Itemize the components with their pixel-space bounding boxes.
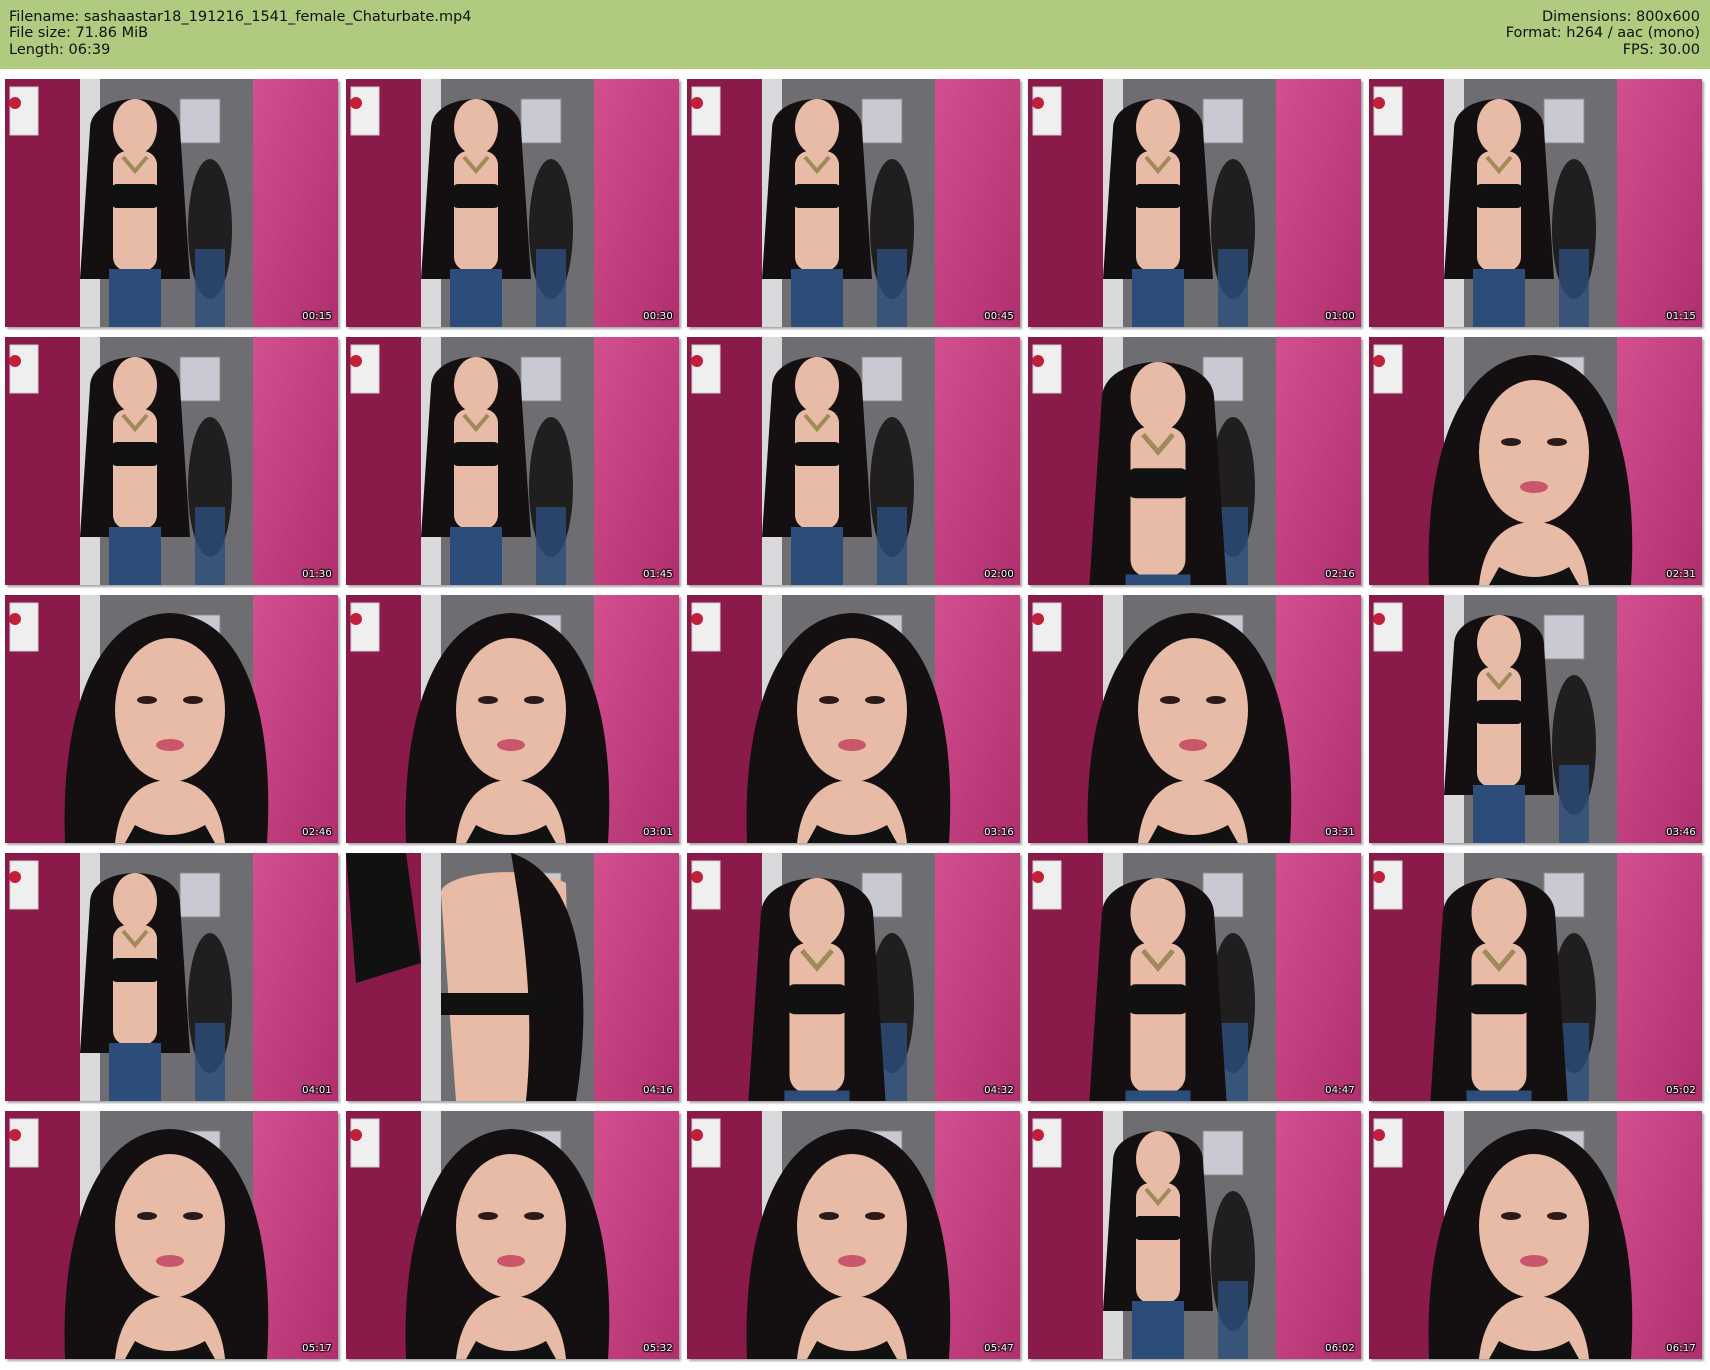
- video-thumbnail: 04:16: [346, 853, 679, 1101]
- frame-image: [1028, 337, 1361, 585]
- frame-image: [1369, 1111, 1702, 1359]
- frame-image: [1369, 337, 1702, 585]
- frame-image: [346, 337, 679, 585]
- frame-image: [1369, 595, 1702, 843]
- thumbnail-timestamp: 05:02: [1666, 1085, 1696, 1096]
- thumbnail-timestamp: 01:00: [1325, 311, 1355, 322]
- file-info-right: Dimensions: 800x600 Format: h264 / aac (…: [1506, 9, 1700, 58]
- frame-image: [5, 337, 338, 585]
- thumbnail-timestamp: 03:31: [1325, 827, 1355, 838]
- video-thumbnail: 05:02: [1369, 853, 1702, 1101]
- thumbnail-timestamp: 01:30: [302, 569, 332, 580]
- video-thumbnail: 01:30: [5, 337, 338, 585]
- frame-image: [1369, 853, 1702, 1101]
- video-thumbnail: 01:45: [346, 337, 679, 585]
- thumbnail-timestamp: 01:15: [1666, 311, 1696, 322]
- video-thumbnail: 04:47: [1028, 853, 1361, 1101]
- video-thumbnail: 02:16: [1028, 337, 1361, 585]
- thumbnail-timestamp: 02:31: [1666, 569, 1696, 580]
- thumbnail-timestamp: 05:32: [643, 1343, 673, 1354]
- video-thumbnail: 03:01: [346, 595, 679, 843]
- frame-image: [687, 595, 1020, 843]
- video-thumbnail: 00:45: [687, 79, 1020, 327]
- thumbnail-timestamp: 05:17: [302, 1343, 332, 1354]
- thumbnail-grid: 00:15 00:30 00:45 01:00 01:15 01:30 01:45 02:00…: [0, 69, 1710, 1370]
- thumbnail-timestamp: 04:47: [1325, 1085, 1355, 1096]
- frame-image: [1028, 79, 1361, 327]
- video-thumbnail: 01:00: [1028, 79, 1361, 327]
- frame-image: [346, 79, 679, 327]
- filename-text: Filename: sashaastar18_191216_1541_femal…: [9, 9, 472, 25]
- thumbnail-timestamp: 03:16: [984, 827, 1014, 838]
- frame-image: [346, 853, 679, 1101]
- thumbnail-timestamp: 02:16: [1325, 569, 1355, 580]
- thumbnail-timestamp: 04:32: [984, 1085, 1014, 1096]
- video-thumbnail: 00:15: [5, 79, 338, 327]
- frame-image: [346, 1111, 679, 1359]
- thumbnail-timestamp: 06:17: [1666, 1343, 1696, 1354]
- video-thumbnail: 03:31: [1028, 595, 1361, 843]
- video-thumbnail: 04:32: [687, 853, 1020, 1101]
- frame-image: [1028, 1111, 1361, 1359]
- thumbnail-timestamp: 04:01: [302, 1085, 332, 1096]
- frame-image: [1028, 595, 1361, 843]
- frame-image: [346, 595, 679, 843]
- thumbnail-timestamp: 06:02: [1325, 1343, 1355, 1354]
- dimensions-text: Dimensions: 800x600: [1541, 9, 1700, 25]
- video-thumbnail: 02:31: [1369, 337, 1702, 585]
- video-thumbnail: 00:30: [346, 79, 679, 327]
- thumbnail-timestamp: 03:01: [643, 827, 673, 838]
- filesize-text: File size: 71.86 MiB: [9, 25, 149, 42]
- thumbnail-timestamp: 05:47: [984, 1343, 1014, 1354]
- frame-image: [5, 79, 338, 327]
- video-thumbnail: 04:01: [5, 853, 338, 1101]
- frame-image: [687, 853, 1020, 1101]
- frame-image: [1028, 853, 1361, 1101]
- file-info-left: Filename: sashaastar18_191216_1541_femal…: [9, 9, 472, 58]
- video-thumbnail: 05:17: [5, 1111, 338, 1359]
- video-thumbnail: 05:32: [346, 1111, 679, 1359]
- thumbnail-timestamp: 00:15: [302, 311, 332, 322]
- fps-text: FPS: 30.00: [1622, 41, 1700, 58]
- format-text: Format: h264 / aac (mono): [1505, 25, 1700, 42]
- video-thumbnail: 05:47: [687, 1111, 1020, 1359]
- frame-image: [5, 1111, 338, 1359]
- video-thumbnail: 03:46: [1369, 595, 1702, 843]
- thumbnail-timestamp: 00:30: [643, 311, 673, 322]
- video-thumbnail: 03:16: [687, 595, 1020, 843]
- frame-image: [687, 79, 1020, 327]
- video-thumbnail: 06:02: [1028, 1111, 1361, 1359]
- thumbnail-timestamp: 04:16: [643, 1085, 673, 1096]
- thumbnail-timestamp: 00:45: [984, 311, 1014, 322]
- frame-image: [687, 1111, 1020, 1359]
- video-thumbnail: 01:15: [1369, 79, 1702, 327]
- thumbnail-timestamp: 02:00: [984, 569, 1014, 580]
- frame-image: [5, 595, 338, 843]
- video-thumbnail: 06:17: [1369, 1111, 1702, 1359]
- thumbnail-timestamp: 03:46: [1666, 827, 1696, 838]
- info-header: Filename: sashaastar18_191216_1541_femal…: [0, 0, 1710, 69]
- thumbnail-timestamp: 01:45: [643, 569, 673, 580]
- video-thumbnail: 02:00: [687, 337, 1020, 585]
- length-text: Length: 06:39: [9, 41, 111, 58]
- video-thumbnail: 02:46: [5, 595, 338, 843]
- thumbnail-timestamp: 02:46: [302, 827, 332, 838]
- frame-image: [5, 853, 338, 1101]
- frame-image: [687, 337, 1020, 585]
- frame-image: [1369, 79, 1702, 327]
